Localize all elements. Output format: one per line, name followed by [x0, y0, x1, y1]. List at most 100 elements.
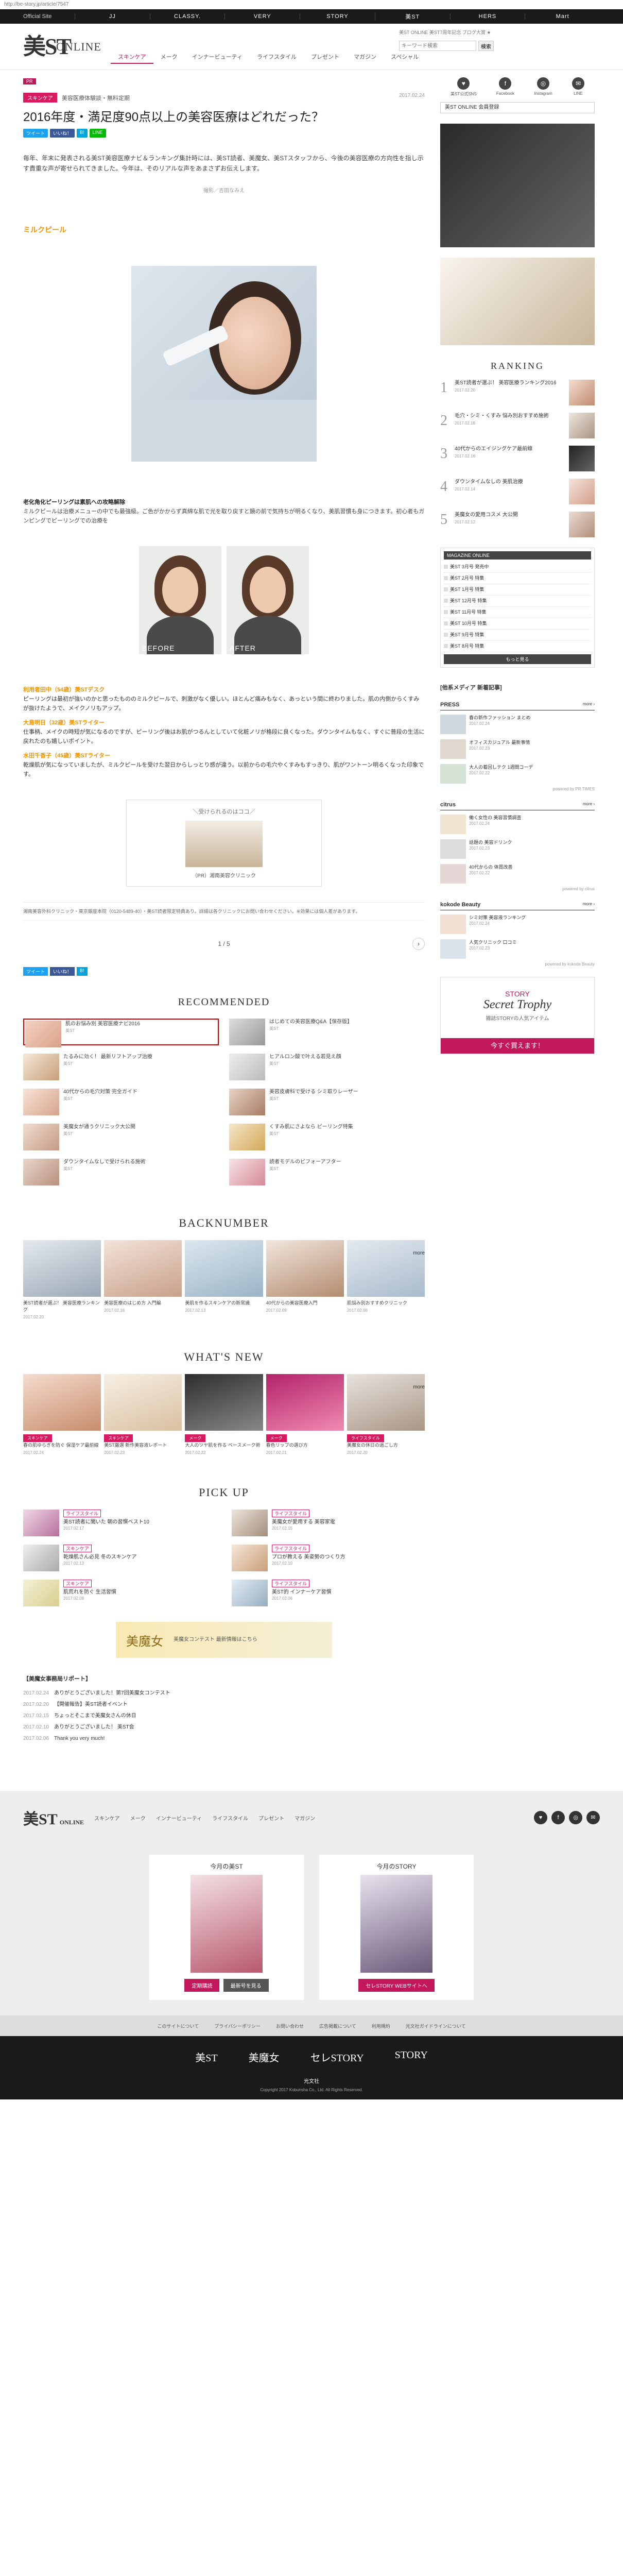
footer-link[interactable]: お問い合わせ — [276, 2023, 304, 2029]
citrus-item[interactable]: 40代からの 体質改善 2017.02.22 — [440, 864, 595, 884]
facebook-icon[interactable]: f — [551, 1811, 565, 1824]
heart-icon[interactable]: ♥ — [534, 1811, 547, 1824]
footer-link[interactable]: このサイトについて — [157, 2023, 199, 2029]
kokode-item[interactable]: 人気クリニック 口コミ 2017.02.23 — [440, 939, 595, 959]
whatsnew-more-link[interactable]: more — [413, 1384, 425, 1390]
brand-link[interactable]: 美魔女 — [249, 2049, 280, 2064]
magazine-item[interactable]: 美ST 8月号 特集 — [444, 641, 591, 652]
backnumber-card[interactable]: 美容医療のはじめ方 入門編 2017.02.16 — [104, 1240, 182, 1319]
tweet-button[interactable]: ツイート — [23, 129, 48, 138]
magazine-item[interactable]: 美ST 2月号 特集 — [444, 573, 591, 584]
globalnav-item[interactable]: VERY — [224, 13, 300, 20]
press-item[interactable]: 春の新作ファッション まとめ 2017.02.24 — [440, 715, 595, 734]
sidebar-ad[interactable] — [440, 124, 595, 247]
footer-nav-item[interactable]: インナービューティ — [156, 1814, 202, 1822]
footer-link[interactable]: プライバシーポリシー — [214, 2023, 261, 2029]
footer-nav-item[interactable]: プレゼント — [258, 1814, 284, 1822]
like-button[interactable]: いいね！ — [50, 967, 75, 976]
story-site-button[interactable]: セレSTORY WEBサイトへ — [358, 1979, 435, 1992]
magazine-item[interactable]: 美ST 3月号 発売中 — [444, 562, 591, 573]
like-button[interactable]: いいね！ — [50, 129, 75, 138]
tweet-button[interactable]: ツイート — [23, 967, 48, 976]
category-tag[interactable]: スキンケア — [23, 93, 57, 103]
globalnav-item[interactable]: Mart — [525, 13, 600, 20]
recommended-item[interactable]: はじめての美容医療Q&A【保存版】 美ST — [229, 1019, 425, 1045]
recommended-item[interactable]: くすみ肌にさよなら ピーリング特集 美ST — [229, 1124, 425, 1150]
nav-present[interactable]: プレゼント — [304, 50, 347, 64]
recommended-item[interactable]: 肌のお悩み別 美容医療ナビ2016 美ST — [23, 1019, 219, 1047]
magazine-item[interactable]: 美ST 10月号 特集 — [444, 618, 591, 630]
nav-makeup[interactable]: メーク — [153, 50, 185, 64]
recommended-item[interactable]: 読者モデルのビフォーアフター 美ST — [229, 1159, 425, 1185]
instagram-icon[interactable]: ◎ — [569, 1811, 582, 1824]
recommended-item[interactable]: ダウンタイムなしで受けられる施術 美ST — [23, 1159, 219, 1185]
kokode-item[interactable]: シミ対策 美容液ランキング 2017.02.24 — [440, 914, 595, 934]
nav-magazine[interactable]: マガジン — [347, 50, 384, 64]
mail-icon[interactable]: ✉ — [586, 1811, 600, 1824]
footer-nav-item[interactable]: メーク — [130, 1814, 146, 1822]
clinic-box[interactable]: ＼受けられるのはココ／ （PR）湘南美容クリニック — [126, 800, 322, 887]
pickup-item[interactable]: ライフスタイル 美魔女が愛用する 美容家電 2017.02.15 — [232, 1510, 425, 1536]
secret-trophy-banner[interactable]: STORY Secret Trophy 雑誌STORYの人気アイテム 今すぐ買え… — [440, 977, 595, 1054]
nav-innerbeauty[interactable]: インナービューティ — [185, 50, 250, 64]
recommended-item[interactable]: たるみに効く！ 最新リフトアップ治療 美ST — [23, 1054, 219, 1080]
whatsnew-card[interactable]: メーク 大人のツヤ肌を作る ベースメーク術 2017.02.22 — [185, 1374, 263, 1455]
press-item[interactable]: オフィスカジュアル 最新事情 2017.02.23 — [440, 739, 595, 759]
next-page-button[interactable]: › — [412, 938, 425, 950]
latest-issue-button[interactable]: 最新号を見る — [223, 1979, 269, 1992]
brand-link[interactable]: セレSTORY — [310, 2049, 364, 2064]
ranking-item[interactable]: 5 美魔女の愛用コスメ 大公開 2017.02.12 — [440, 512, 595, 537]
recommended-item[interactable]: 美魔女が通うクリニック大公開 美ST — [23, 1124, 219, 1150]
nav-lifestyle[interactable]: ライフスタイル — [250, 50, 304, 64]
footer-link[interactable]: 広告掲載について — [319, 2023, 356, 2029]
pickup-item[interactable]: スキンケア 乾燥肌さん必見 冬のスキンケア 2017.02.13 — [23, 1545, 216, 1571]
whatsnew-card[interactable]: メーク 春色リップの選び方 2017.02.21 — [266, 1374, 344, 1455]
recommended-item[interactable]: 美容皮膚科で受ける シミ取りレーザー 美ST — [229, 1089, 425, 1115]
magazine-cover[interactable] — [360, 1875, 432, 1973]
magazine-item[interactable]: 美ST 12月号 特集 — [444, 596, 591, 607]
brand-link[interactable]: STORY — [395, 2049, 428, 2064]
backnumber-card[interactable]: 美肌を作るスキンケアの新常識 2017.02.13 — [185, 1240, 263, 1319]
news-item[interactable]: 2017.02.24 ありがとうございました！第7回美魔女コンテスト — [23, 1688, 219, 1699]
hatena-button[interactable]: B! — [77, 967, 88, 976]
ranking-item[interactable]: 2 毛穴・シミ・くすみ 悩み別おすすめ施術 2017.02.18 — [440, 413, 595, 438]
footer-nav-item[interactable]: マガジン — [295, 1814, 315, 1822]
globalnav-item[interactable]: STORY — [300, 13, 375, 20]
backnumber-card[interactable]: 美ST読者が選ぶ！ 美容医療ランキング 2017.02.20 — [23, 1240, 101, 1319]
news-item[interactable]: 2017.02.06 Thank you very much! — [23, 1733, 219, 1744]
footer-logo[interactable]: 美ST ONLINE — [23, 1806, 84, 1829]
pickup-item[interactable]: ライフスタイル プロが教える 美姿勢のつくり方 2017.02.10 — [232, 1545, 425, 1571]
news-item[interactable]: 2017.02.10 ありがとうございました！ 美ST会 — [23, 1722, 219, 1733]
whatsnew-card[interactable]: スキンケア 美ST厳選 新作美容液レポート 2017.02.23 — [104, 1374, 182, 1455]
search-button[interactable]: 検索 — [478, 41, 494, 51]
pickup-item[interactable]: ライフスタイル 美ST読者に聞いた 朝の習慣ベスト10 2017.02.17 — [23, 1510, 216, 1536]
footer-nav-item[interactable]: ライフスタイル — [212, 1814, 248, 1822]
nav-skincare[interactable]: スキンケア — [111, 50, 153, 64]
ranking-item[interactable]: 1 美ST読者が選ぶ！ 美容医療ランキング2016 2017.02.20 — [440, 380, 595, 405]
globalnav-item[interactable]: 美ST — [374, 12, 450, 21]
footer-link[interactable]: 光文社ガイドラインについて — [406, 2023, 466, 2029]
pickup-item[interactable]: ライフスタイル 美ST的 インナーケア習慣 2017.02.06 — [232, 1580, 425, 1606]
citrus-item[interactable]: 働く女性の 美容習慣調査 2017.02.24 — [440, 815, 595, 834]
secret-buy-button[interactable]: 今すぐ買えます！ — [441, 1038, 594, 1054]
search-input[interactable] — [399, 41, 476, 51]
press-item[interactable]: 大人の着回しテク 1週間コーデ 2017.02.22 — [440, 764, 595, 784]
whatsnew-card[interactable]: スキンケア 春の肌ゆらぎを防ぐ 保湿ケア最前線 2017.02.24 — [23, 1374, 101, 1455]
sidebar-ad-story[interactable] — [440, 258, 595, 345]
footer-link[interactable]: 利用規約 — [372, 2023, 390, 2029]
recommended-item[interactable]: 40代からの毛穴対策 完全ガイド 美ST — [23, 1089, 219, 1115]
footer-nav-item[interactable]: スキンケア — [94, 1814, 120, 1822]
magazine-cover[interactable] — [191, 1875, 263, 1973]
globalnav-item[interactable]: HERS — [449, 13, 525, 20]
citrus-item[interactable]: 話題の 美容ドリンク 2017.02.23 — [440, 839, 595, 859]
recommended-item[interactable]: ヒアルロン酸で叶える若見え顔 美ST — [229, 1054, 425, 1080]
brand-link[interactable]: 美ST — [195, 2049, 217, 2064]
backnumber-card[interactable]: 40代からの美容医療入門 2017.02.09 — [266, 1240, 344, 1319]
sidebar-social-item[interactable]: f Facebook — [496, 77, 514, 97]
globalnav-item[interactable]: JJ — [75, 13, 150, 20]
sidebar-social-item[interactable]: ♥ 美ST公式SNS — [451, 77, 477, 97]
news-item[interactable]: 2017.02.15 ちょっとそこまで美魔女さんの休日 — [23, 1710, 219, 1722]
bimajo-banner[interactable]: 美魔女 美魔女コンテスト 最新情報はこちら — [116, 1622, 332, 1658]
line-button[interactable]: LINE — [89, 129, 106, 138]
globalnav-item[interactable]: CLASSY. — [149, 13, 225, 20]
